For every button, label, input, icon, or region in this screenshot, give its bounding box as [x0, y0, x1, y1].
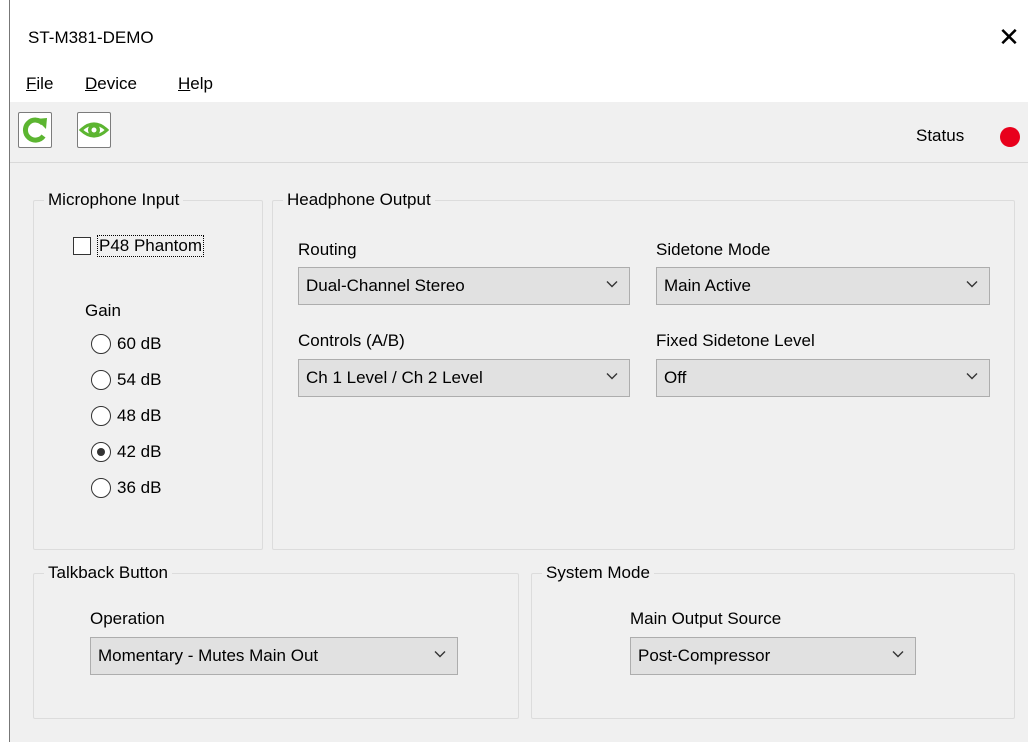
system-mode-legend: System Mode — [546, 563, 650, 582]
talkback-button-legend: Talkback Button — [48, 563, 169, 582]
operation-select[interactable]: Momentary - Mutes Main Out — [90, 637, 458, 675]
client-area: Microphone Input P48 Phantom Gain 60 dB … — [10, 163, 1028, 742]
gain-option-label: 48 dB — [117, 406, 162, 425]
gain-label: Gain — [85, 301, 121, 320]
main-output-source-label: Main Output Source — [630, 609, 782, 628]
gain-option-label: 42 dB — [117, 442, 162, 461]
p48-phantom-label[interactable]: P48 Phantom — [97, 235, 205, 257]
controls-value: Ch 1 Level / Ch 2 Level — [306, 368, 483, 387]
app-window: ST-M381-DEMO ✕ File Device Help Status M… — [9, 0, 1028, 742]
gain-option-label: 54 dB — [117, 370, 162, 389]
toolbar: Status — [10, 102, 1028, 163]
menu-help-accel: H — [178, 74, 191, 93]
status-indicator — [1000, 127, 1020, 147]
menu-bar: File Device Help — [10, 70, 1028, 102]
radio-selected-dot — [97, 448, 105, 456]
title-bar: ST-M381-DEMO ✕ — [10, 0, 1028, 68]
chevron-down-icon — [966, 281, 978, 288]
sidetone-mode-select[interactable]: Main Active — [656, 267, 990, 305]
routing-value: Dual-Channel Stereo — [306, 276, 465, 295]
gain-option-label: 60 dB — [117, 334, 162, 353]
main-output-source-value: Post-Compressor — [638, 646, 771, 665]
menu-device-rest: evice — [97, 74, 137, 93]
fixed-sidetone-level-label: Fixed Sidetone Level — [656, 331, 815, 350]
headphone-output-legend: Headphone Output — [287, 190, 431, 209]
view-button[interactable] — [77, 112, 111, 148]
close-icon[interactable]: ✕ — [994, 22, 1024, 52]
chevron-down-icon — [966, 373, 978, 380]
menu-help[interactable]: Help — [178, 74, 213, 94]
operation-value: Momentary - Mutes Main Out — [98, 646, 319, 665]
gain-option-label: 36 dB — [117, 478, 162, 497]
refresh-icon — [22, 117, 47, 143]
menu-file-accel: F — [26, 74, 37, 93]
main-output-source-select[interactable]: Post-Compressor — [630, 637, 916, 675]
menu-help-rest: elp — [190, 74, 213, 93]
controls-label: Controls (A/B) — [298, 331, 405, 350]
radio-circle — [91, 406, 111, 426]
status-label: Status — [916, 126, 965, 145]
microphone-input-legend: Microphone Input — [48, 190, 180, 209]
radio-circle — [91, 370, 111, 390]
operation-label: Operation — [90, 609, 165, 628]
radio-circle — [91, 478, 111, 498]
routing-label: Routing — [298, 240, 357, 259]
menu-device-accel: D — [85, 74, 98, 93]
radio-circle — [91, 334, 111, 354]
chevron-down-icon — [606, 281, 618, 288]
fixed-sidetone-level-select[interactable]: Off — [656, 359, 990, 397]
menu-file-rest: ile — [36, 74, 54, 93]
fixed-sidetone-level-value: Off — [664, 368, 687, 387]
refresh-button[interactable] — [18, 112, 52, 148]
chevron-down-icon — [606, 373, 618, 380]
eye-icon — [78, 122, 110, 138]
controls-select[interactable]: Ch 1 Level / Ch 2 Level — [298, 359, 630, 397]
radio-circle — [91, 442, 111, 462]
sidetone-mode-value: Main Active — [664, 276, 751, 295]
chevron-down-icon — [434, 651, 446, 658]
chevron-down-icon — [892, 651, 904, 658]
p48-phantom-checkbox[interactable] — [73, 237, 91, 255]
menu-file[interactable]: File — [26, 74, 53, 94]
routing-select[interactable]: Dual-Channel Stereo — [298, 267, 630, 305]
menu-device[interactable]: Device — [85, 74, 137, 94]
sidetone-mode-label: Sidetone Mode — [656, 240, 771, 259]
window-title: ST-M381-DEMO — [28, 28, 154, 47]
